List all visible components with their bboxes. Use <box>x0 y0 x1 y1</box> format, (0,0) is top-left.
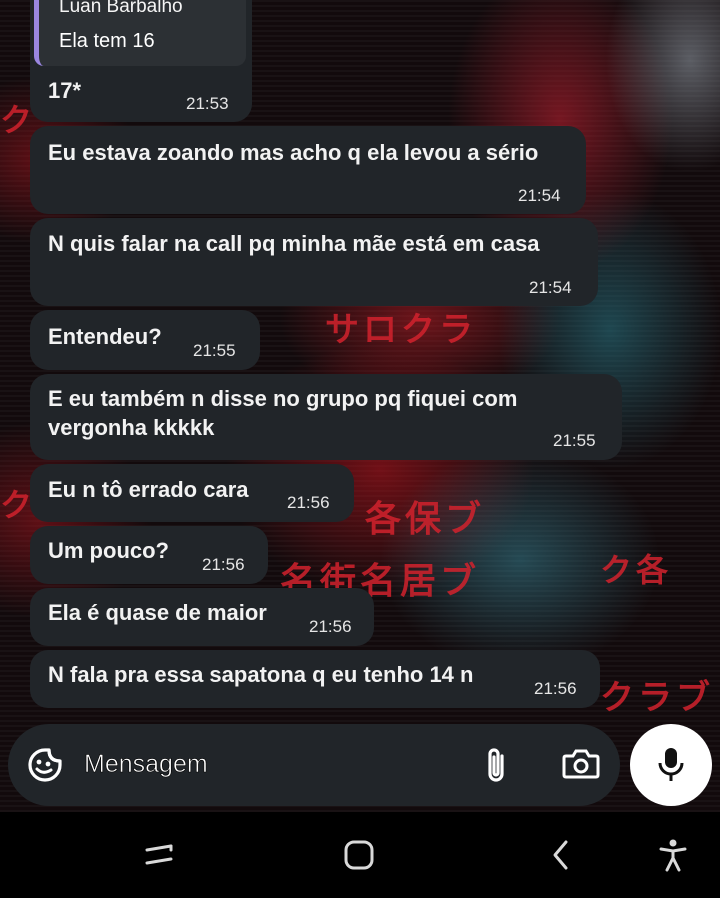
voice-message-button[interactable] <box>630 724 712 806</box>
message-text: N fala pra essa sapatona q eu tenho 14 n <box>48 662 474 687</box>
microphone-icon <box>658 748 684 781</box>
home-icon[interactable] <box>343 839 375 871</box>
reply-quote[interactable]: Luan Barbalho Ela tem 16 <box>34 0 246 66</box>
message-time: 21:56 <box>287 493 330 512</box>
message-time: 21:54 <box>529 278 572 297</box>
wallpaper-glyphs: 各保ブ <box>365 499 486 540</box>
message-input[interactable]: Mensagem <box>84 750 208 779</box>
paperclip-icon[interactable] <box>484 746 508 784</box>
message-text: Entendeu? <box>48 324 162 349</box>
camera-icon[interactable] <box>562 748 600 780</box>
accessibility-icon[interactable] <box>658 838 688 872</box>
wallpaper-glyphs: ク各 <box>600 551 673 589</box>
system-navigation-bar <box>0 812 720 898</box>
message-time: 21:56 <box>202 555 245 574</box>
message-time: 21:56 <box>534 679 577 698</box>
wallpaper-glyphs: クラブ <box>600 678 714 718</box>
message-text: Eu estava zoando mas acho q ela levou a … <box>48 140 539 165</box>
message-text: N quis falar na call pq minha mãe está e… <box>48 231 540 256</box>
message-time: 21:54 <box>518 186 561 205</box>
message-time: 21:55 <box>193 341 236 360</box>
sticker-emoji-icon[interactable] <box>27 747 63 783</box>
message-text: E eu também n disse no grupo pq fiquei c… <box>48 386 518 411</box>
message-text: Um pouco? <box>48 538 169 563</box>
reply-quote-text: Ela tem 16 <box>59 30 155 52</box>
message-time: 21:55 <box>553 431 596 450</box>
recent-apps-icon[interactable] <box>144 842 174 868</box>
message-text: 17* <box>48 78 82 103</box>
reply-quote-author: Luan Barbalho <box>59 0 183 17</box>
message-text: Ela é quase de maior <box>48 600 267 625</box>
message-text: vergonha kkkkk <box>48 415 215 440</box>
message-time: 21:53 <box>186 94 229 113</box>
back-icon[interactable] <box>550 839 572 871</box>
message-text: Eu n tô errado cara <box>48 477 249 502</box>
wallpaper-glyphs: サロクラ <box>325 310 477 350</box>
message-time: 21:56 <box>309 617 352 636</box>
